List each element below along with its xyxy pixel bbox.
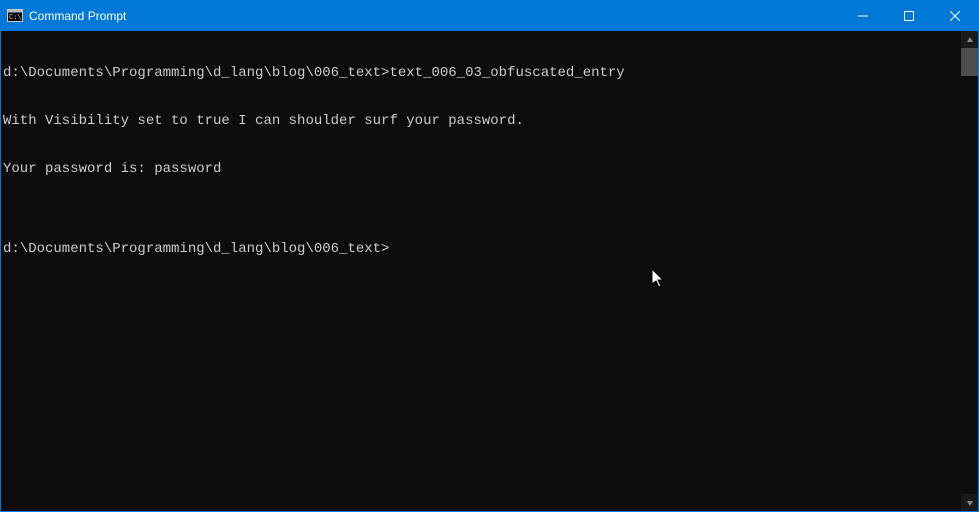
svg-text:C:\: C:\ — [9, 13, 22, 21]
maximize-button[interactable] — [886, 1, 932, 31]
close-button[interactable] — [932, 1, 978, 31]
terminal-line: With Visibility set to true I can should… — [1, 113, 961, 129]
window-title: Command Prompt — [29, 9, 126, 23]
window-controls — [840, 1, 978, 31]
scroll-up-button[interactable] — [961, 31, 978, 48]
vertical-scrollbar[interactable] — [961, 31, 978, 511]
terminal-line: d:\Documents\Programming\d_lang\blog\006… — [1, 65, 961, 81]
terminal-line: d:\Documents\Programming\d_lang\blog\006… — [1, 241, 961, 257]
terminal-line: Your password is: password — [1, 161, 961, 177]
client-area: d:\Documents\Programming\d_lang\blog\006… — [1, 31, 978, 511]
minimize-button[interactable] — [840, 1, 886, 31]
command-prompt-window: C:\ Command Prompt d:\Documents\Programm… — [0, 0, 979, 512]
scrollbar-track[interactable] — [961, 48, 978, 494]
titlebar[interactable]: C:\ Command Prompt — [1, 1, 978, 31]
scroll-down-button[interactable] — [961, 494, 978, 511]
scrollbar-thumb[interactable] — [961, 48, 978, 76]
cmd-icon: C:\ — [7, 8, 23, 24]
terminal-output[interactable]: d:\Documents\Programming\d_lang\blog\006… — [1, 31, 961, 511]
